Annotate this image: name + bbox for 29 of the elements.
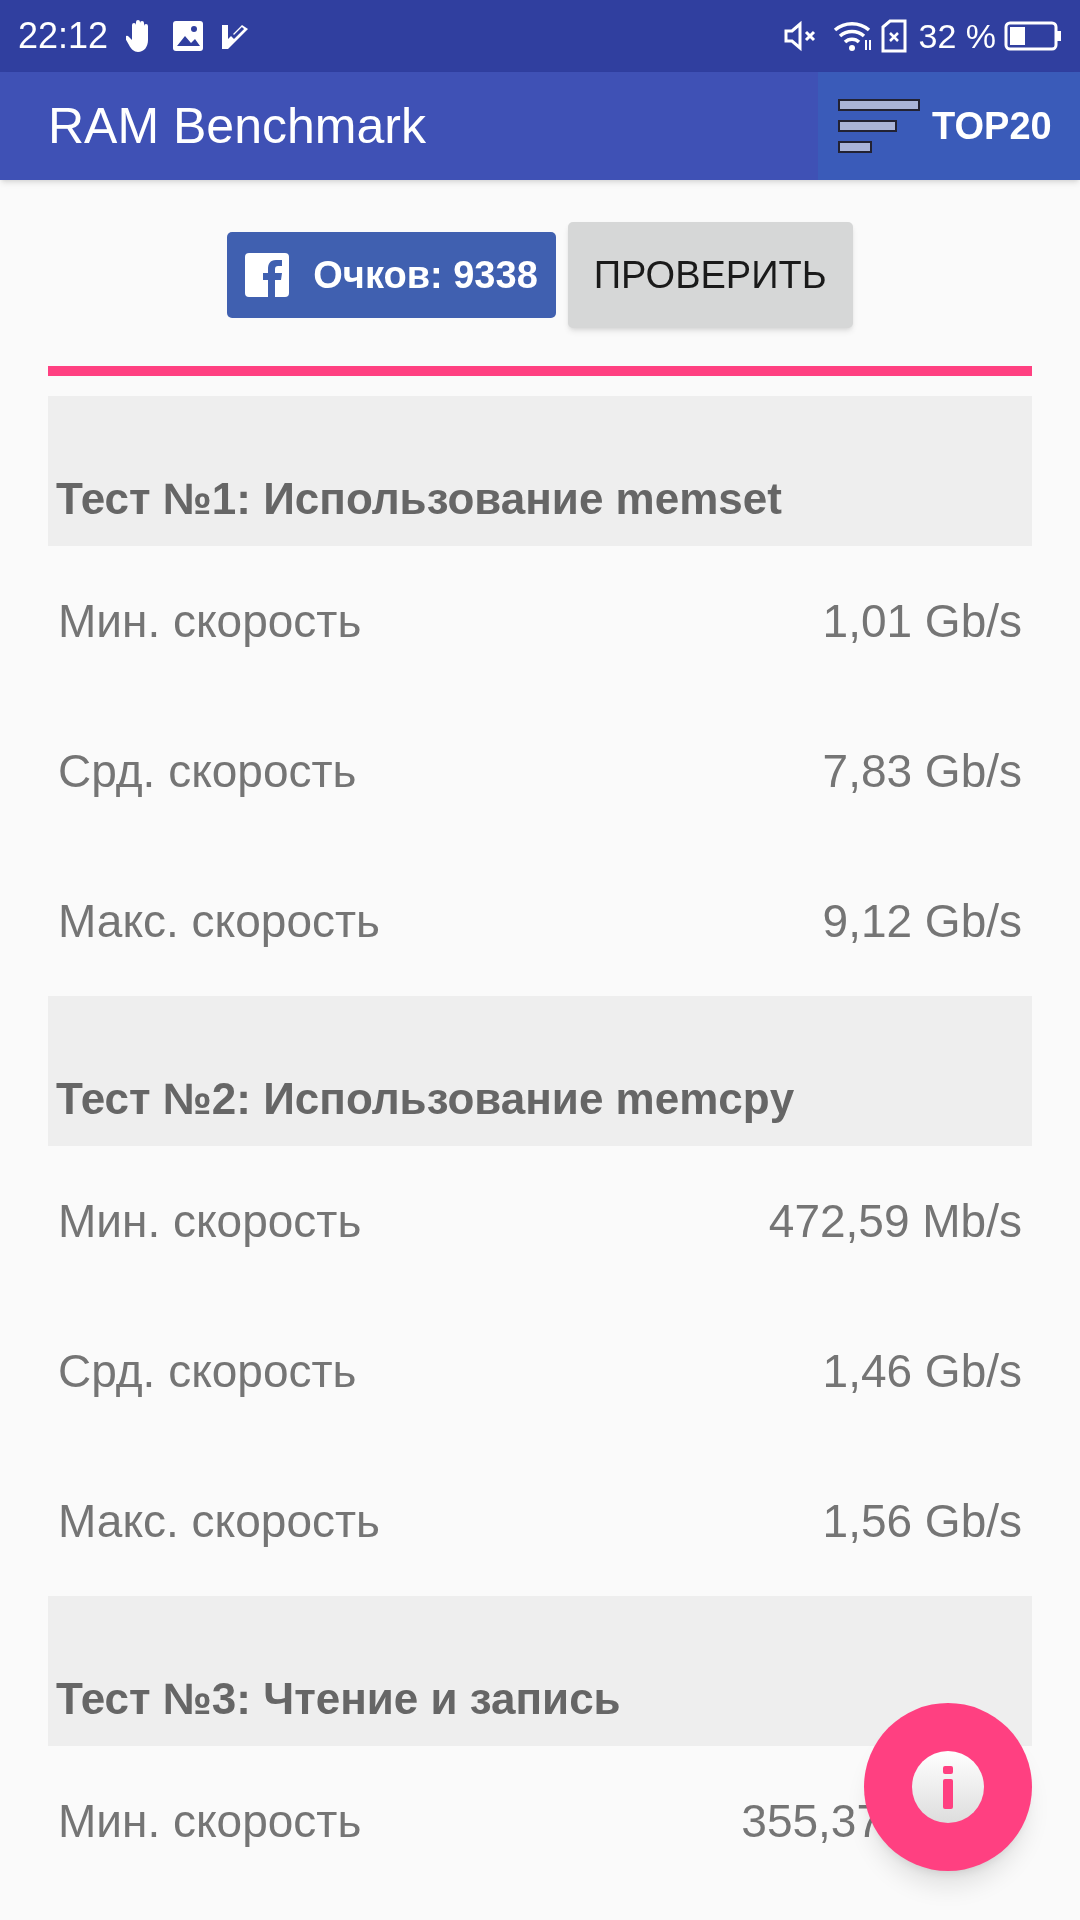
wifi-icon xyxy=(832,20,873,52)
check-button[interactable]: ПРОВЕРИТЬ xyxy=(567,222,853,328)
info-icon xyxy=(912,1751,984,1823)
metric-label: Срд. скорость xyxy=(58,1343,357,1399)
metric-value: 1,01 Gb/s xyxy=(822,593,1022,649)
status-time: 22:12 xyxy=(18,14,109,58)
section-title: Тест №1: Использование memset xyxy=(56,473,782,525)
metric-value: 1,46 Gb/s xyxy=(822,1343,1022,1399)
sim-icon xyxy=(880,19,907,53)
metric-label: Срд. скорость xyxy=(58,743,357,799)
facebook-icon xyxy=(245,253,290,297)
metric-label: Макс. скорость xyxy=(58,1493,381,1549)
top20-button[interactable]: TOP20 xyxy=(818,72,1080,180)
image-icon xyxy=(172,20,205,52)
battery-icon xyxy=(1004,21,1062,51)
facebook-score-button[interactable]: Очков: 9338 xyxy=(227,232,556,318)
section-title: Тест №3: Чтение и запись xyxy=(56,1673,621,1725)
metric-value: 1,56 Gb/s xyxy=(822,1493,1022,1549)
section-title: Тест №2: Использование memcpy xyxy=(56,1073,795,1125)
metric-label: Мин. скорость xyxy=(58,593,362,649)
metric-label: Макс. скорость xyxy=(58,893,381,949)
bars-icon xyxy=(838,99,920,153)
metric-value: 472,59 Mb/s xyxy=(768,1193,1022,1249)
metric-label: Мин. скорость xyxy=(58,1793,362,1849)
metric-label: Мин. скорость xyxy=(58,1193,362,1249)
metric-value: 7,83 Gb/s xyxy=(822,743,1022,799)
battery-percent: 32 % xyxy=(918,15,996,57)
app-title: RAM Benchmark xyxy=(48,96,426,156)
metric-value: 9,12 Gb/s xyxy=(822,893,1022,949)
